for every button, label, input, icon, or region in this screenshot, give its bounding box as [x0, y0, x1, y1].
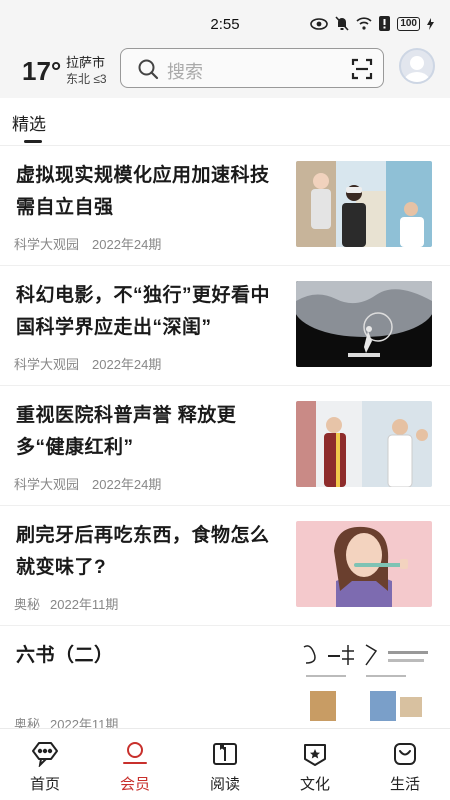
mute-bell-icon: [335, 16, 349, 31]
article-issue: 2022年11期: [50, 597, 119, 612]
article-list: 虚拟现实规模化应用加速科技需自立自强 科学大观园 2022年24期 科幻电影，不…: [0, 146, 450, 746]
avatar[interactable]: [399, 48, 435, 84]
top-header: 17° 拉萨市 东北 ≤3 搜索: [0, 48, 450, 98]
article-title[interactable]: 重视医院科普声誉 释放更多“健康红利”: [16, 400, 276, 464]
eye-icon: [310, 17, 329, 30]
home-chat-icon: [31, 741, 59, 772]
article-source: 科学大观园: [14, 237, 80, 252]
temperature: 17°: [22, 56, 62, 86]
article-thumbnail[interactable]: [296, 401, 432, 487]
nav-label: 首页: [29, 776, 60, 793]
article-title[interactable]: 虚拟现实规模化应用加速科技需自立自强: [16, 160, 276, 224]
article-issue: 2022年24期: [92, 237, 162, 252]
article-title[interactable]: 科幻电影，不“独行”更好看中国科学界应走出“深闺”: [16, 280, 276, 344]
article-thumbnail[interactable]: [296, 161, 432, 247]
tab-active-indicator: [24, 140, 42, 143]
article-item[interactable]: 重视医院科普声誉 释放更多“健康红利” 科学大观园 2022年24期: [0, 386, 450, 506]
nav-label: 文化: [299, 776, 330, 793]
article-issue: 2022年24期: [92, 477, 162, 492]
scan-icon[interactable]: [351, 58, 373, 85]
article-item[interactable]: 科幻电影，不“独行”更好看中国科学界应走出“深闺” 科学大观园 2022年24期: [0, 266, 450, 386]
tab-featured[interactable]: 精选: [12, 110, 46, 135]
article-source: 科学大观园: [14, 477, 80, 492]
article-item[interactable]: 虚拟现实规模化应用加速科技需自立自强 科学大观园 2022年24期: [0, 146, 450, 266]
article-source: 奥秘: [14, 597, 41, 612]
article-item[interactable]: 刷完牙后再吃东西，食物怎么就变味了? 奥秘 2022年11期: [0, 506, 450, 626]
bottom-nav: 首页 会员 阅读 文化 生活: [0, 728, 450, 800]
search-input[interactable]: 搜索: [167, 58, 203, 84]
nav-home[interactable]: 首页: [0, 729, 90, 800]
city-name[interactable]: 拉萨市: [66, 52, 105, 71]
nav-reading[interactable]: 阅读: [180, 729, 270, 800]
alert-icon: [379, 16, 391, 31]
article-thumbnail[interactable]: [296, 281, 432, 367]
nav-culture[interactable]: 文化: [270, 729, 360, 800]
book-icon: [211, 741, 239, 772]
article-issue: 2022年24期: [92, 357, 162, 372]
wifi-icon: [356, 17, 372, 30]
article-thumbnail[interactable]: [296, 641, 432, 727]
status-icons: 100: [310, 16, 434, 31]
bag-icon: [391, 741, 419, 772]
wind-info: 东北 ≤3: [66, 72, 107, 86]
category-tabs: 精选: [0, 98, 450, 146]
charging-icon: [427, 17, 434, 30]
article-thumbnail[interactable]: [296, 521, 432, 607]
member-icon: [121, 741, 149, 772]
search-icon: [137, 58, 159, 85]
nav-label: 阅读: [209, 776, 240, 793]
nav-life[interactable]: 生活: [360, 729, 450, 800]
nav-label: 生活: [389, 776, 420, 793]
nav-member[interactable]: 会员: [90, 729, 180, 800]
article-source: 科学大观园: [14, 357, 80, 372]
status-bar: 2:55 100: [0, 0, 450, 48]
star-box-icon: [301, 741, 329, 772]
nav-label: 会员: [119, 776, 150, 793]
search-box[interactable]: 搜索: [120, 48, 384, 88]
article-title[interactable]: 刷完牙后再吃东西，食物怎么就变味了?: [16, 520, 276, 584]
article-title[interactable]: 六书（二）: [16, 640, 276, 672]
battery-icon: 100: [397, 16, 420, 31]
